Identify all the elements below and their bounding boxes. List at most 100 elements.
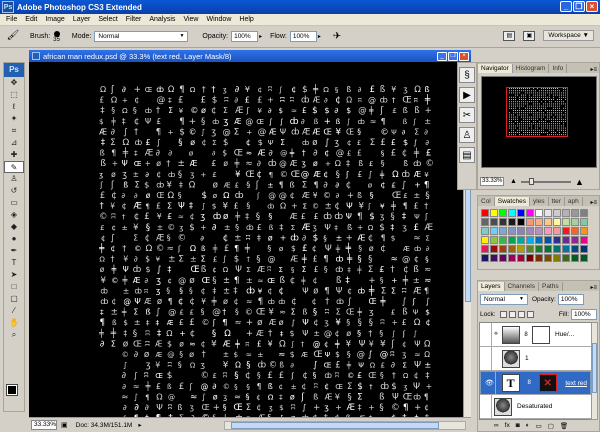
color-swatch[interactable] bbox=[499, 236, 507, 244]
menu-view[interactable]: View bbox=[179, 16, 202, 23]
color-swatch[interactable] bbox=[499, 227, 507, 235]
horizontal-scrollbar[interactable] bbox=[224, 421, 466, 430]
rectangle-tool-icon[interactable]: □ bbox=[4, 281, 24, 293]
color-swatch[interactable] bbox=[580, 254, 588, 262]
navigator-zoom-field[interactable]: 33.33% bbox=[480, 177, 504, 186]
color-swatch[interactable] bbox=[490, 245, 498, 253]
mode-select[interactable]: Normal ▼ bbox=[94, 31, 189, 42]
chain-link-icon[interactable]: 8 bbox=[522, 332, 530, 338]
lock-pixels-icon[interactable] bbox=[508, 310, 516, 318]
chain-link-icon[interactable]: 8 bbox=[525, 379, 533, 388]
menu-edit[interactable]: Edit bbox=[21, 16, 41, 23]
color-swatch[interactable] bbox=[499, 254, 507, 262]
navigator-preview[interactable] bbox=[481, 76, 597, 168]
visibility-toggle[interactable] bbox=[480, 346, 492, 371]
color-swatch[interactable] bbox=[553, 245, 561, 253]
color-swatch[interactable] bbox=[553, 254, 561, 262]
color-swatch[interactable] bbox=[571, 218, 579, 226]
color-swatch[interactable] bbox=[544, 209, 552, 217]
notes-tool-icon[interactable]: ▢ bbox=[4, 293, 24, 305]
color-swatch[interactable] bbox=[517, 218, 525, 226]
lock-position-icon[interactable] bbox=[517, 310, 525, 318]
color-swatch[interactable] bbox=[508, 209, 516, 217]
color-swatch[interactable] bbox=[580, 227, 588, 235]
color-swatch[interactable] bbox=[481, 254, 489, 262]
move-tool-icon[interactable]: ✥ bbox=[4, 77, 24, 89]
menu-layer[interactable]: Layer bbox=[69, 16, 95, 23]
minimize-icon[interactable]: _ bbox=[560, 1, 572, 12]
horizontal-scroll-thumb[interactable] bbox=[231, 422, 439, 429]
color-swatch[interactable] bbox=[490, 209, 498, 217]
type-tool-icon[interactable]: T bbox=[4, 257, 24, 269]
zoom-field[interactable]: 33.33% bbox=[31, 420, 57, 430]
color-swatch[interactable] bbox=[535, 236, 543, 244]
color-swatch[interactable] bbox=[481, 227, 489, 235]
airbrush-icon[interactable]: ✈ bbox=[333, 31, 341, 42]
photoshop-app-icon[interactable]: Ps bbox=[2, 1, 14, 13]
color-swatch[interactable] bbox=[580, 218, 588, 226]
color-swatch[interactable] bbox=[499, 209, 507, 217]
camera-icon[interactable]: ▣ bbox=[523, 30, 536, 41]
clone-source-panel-icon[interactable]: ♙ bbox=[459, 127, 475, 143]
color-swatch[interactable] bbox=[571, 236, 579, 244]
color-swatch[interactable] bbox=[517, 236, 525, 244]
layer-opacity-input[interactable]: 100% bbox=[557, 294, 584, 305]
lock-all-icon[interactable] bbox=[526, 310, 534, 318]
tool-presets-panel-icon[interactable]: ✂ bbox=[459, 107, 475, 123]
zoom-in-icon[interactable]: ▲ bbox=[575, 177, 584, 187]
menu-select[interactable]: Select bbox=[94, 16, 121, 23]
dodge-tool-icon[interactable]: ● bbox=[4, 233, 24, 245]
workspace-menu[interactable]: Workspace ▼ bbox=[543, 30, 594, 41]
menu-filter[interactable]: Filter bbox=[122, 16, 146, 23]
layer-comps-panel-icon[interactable]: ▤ bbox=[459, 147, 475, 163]
layer-row-selected[interactable]: 👁 T 8 ✕ text red bbox=[480, 371, 591, 395]
color-swatch[interactable] bbox=[526, 218, 534, 226]
history-brush-tool-icon[interactable]: ↺ bbox=[4, 185, 24, 197]
brush-tool-icon[interactable]: ✎ bbox=[4, 161, 24, 173]
color-swatch[interactable] bbox=[490, 254, 498, 262]
color-swatch[interactable] bbox=[508, 245, 516, 253]
color-swatch[interactable] bbox=[535, 218, 543, 226]
color-swatch[interactable] bbox=[544, 227, 552, 235]
crop-tool-icon[interactable]: ⌗ bbox=[4, 125, 24, 137]
layer-row[interactable]: ⟡ 8 Hue/... bbox=[480, 323, 591, 347]
color-swatch[interactable] bbox=[517, 254, 525, 262]
menu-help[interactable]: Help bbox=[235, 16, 257, 23]
layer-style-icon[interactable]: fx bbox=[505, 422, 510, 431]
trash-icon[interactable]: 🗑 bbox=[560, 422, 568, 431]
opacity-input[interactable]: 100% bbox=[231, 31, 259, 42]
panel-menu-icon[interactable]: ▸≡ bbox=[590, 66, 599, 73]
panel-menu-icon[interactable]: ▸≡ bbox=[590, 284, 599, 291]
clone-stamp-tool-icon[interactable]: ♙ bbox=[4, 173, 24, 185]
new-group-icon[interactable]: ▭ bbox=[536, 422, 542, 431]
color-swatch[interactable] bbox=[517, 227, 525, 235]
actions-panel-icon[interactable]: ▶ bbox=[459, 87, 475, 103]
pen-tool-icon[interactable]: ✒ bbox=[4, 245, 24, 257]
fill-input[interactable]: 100% bbox=[571, 308, 597, 320]
color-swatch[interactable] bbox=[517, 209, 525, 217]
color-swatch[interactable] bbox=[580, 236, 588, 244]
magic-wand-tool-icon[interactable]: ✦ bbox=[4, 113, 24, 125]
color-swatch[interactable] bbox=[544, 236, 552, 244]
color-swatch[interactable] bbox=[553, 209, 561, 217]
flow-slider-arrow-icon[interactable]: ▸ bbox=[318, 33, 321, 40]
color-swatch[interactable] bbox=[562, 218, 570, 226]
marquee-tool-icon[interactable]: ⬚ bbox=[4, 89, 24, 101]
color-swatch[interactable] bbox=[562, 227, 570, 235]
flow-input[interactable]: 100% bbox=[289, 31, 317, 42]
swatches-tab-col[interactable]: Col bbox=[478, 197, 495, 206]
brushes-panel-icon[interactable]: § bbox=[459, 67, 475, 83]
eyedropper-tool-icon[interactable]: ⁄ bbox=[4, 305, 24, 317]
menu-file[interactable]: File bbox=[2, 16, 21, 23]
blend-mode-select[interactable]: Normal ▼ bbox=[480, 294, 528, 305]
foreground-color-swatch[interactable] bbox=[6, 384, 18, 396]
color-swatch[interactable] bbox=[499, 245, 507, 253]
add-mask-icon[interactable]: ◙ bbox=[516, 422, 520, 431]
color-swatch[interactable] bbox=[526, 254, 534, 262]
visibility-toggle[interactable] bbox=[480, 394, 492, 419]
color-swatch[interactable] bbox=[535, 209, 543, 217]
swatches-tab-tter[interactable]: tter bbox=[549, 197, 565, 206]
bridge-icon[interactable]: ▤ bbox=[503, 30, 516, 41]
color-swatch[interactable] bbox=[553, 218, 561, 226]
path-selection-tool-icon[interactable]: ➤ bbox=[4, 269, 24, 281]
